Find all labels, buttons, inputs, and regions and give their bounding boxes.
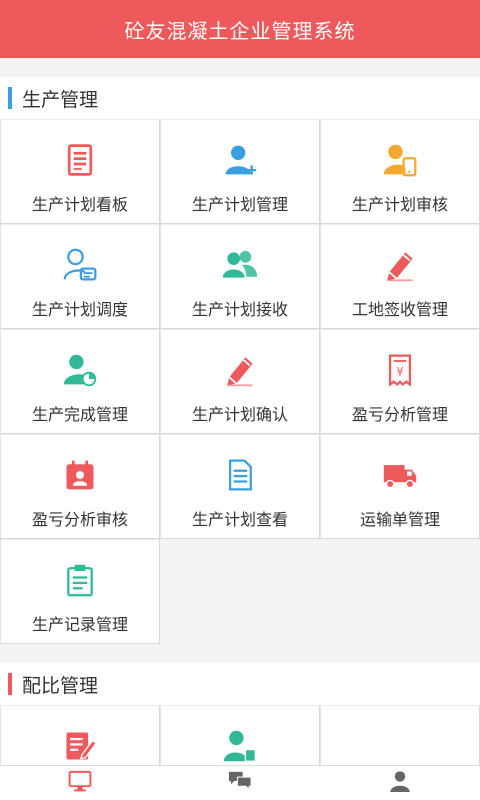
user-add-icon	[220, 140, 260, 180]
menu-tile[interactable]: 生产计划查看	[160, 434, 320, 539]
tab-messages[interactable]	[160, 766, 320, 800]
clipboard-icon	[60, 560, 100, 600]
menu-tile[interactable]: 生产计划看板	[0, 119, 160, 224]
blank-icon	[380, 726, 420, 765]
menu-tile[interactable]: 生产计划确认	[160, 329, 320, 434]
document-edit-icon	[60, 726, 100, 765]
main-content[interactable]: 生产管理 生产计划看板 生产计划管理 生产计划审核生产计划调度 生产计划接收 工地签收管…	[0, 58, 480, 765]
tab-profile[interactable]	[320, 766, 480, 800]
menu-tile[interactable]: 生产计划审核	[320, 119, 480, 224]
grid-filler	[160, 539, 320, 644]
document-icon	[220, 455, 260, 495]
user-phone-icon	[380, 140, 420, 180]
menu-tile-label: 工地签收管理	[351, 300, 448, 319]
user-doc-icon	[220, 726, 260, 765]
production-menu-grid: 生产计划看板 生产计划管理 生产计划审核生产计划调度 生产计划接收 工地签收管理生产完成…	[0, 119, 480, 644]
tab-home[interactable]	[0, 766, 160, 800]
section-title-text: 配比管理	[22, 674, 99, 697]
grid-filler	[320, 539, 480, 644]
menu-tile-label: 生产计划审核	[351, 195, 448, 214]
menu-tile[interactable]: 盈亏分析审核	[0, 434, 160, 539]
menu-tile-label: 运输单管理	[359, 510, 440, 529]
menu-tile[interactable]: 生产计划调度	[0, 224, 160, 329]
app-title: 砼友混凝土企业管理系统	[124, 18, 356, 43]
person-icon	[387, 768, 413, 798]
section-title-ratio: 配比管理	[0, 663, 480, 705]
section-accent-bar	[8, 673, 12, 695]
menu-tile[interactable]: 运输单管理	[320, 434, 480, 539]
section-title-text: 生产管理	[22, 88, 99, 111]
pencil-icon	[380, 245, 420, 285]
calendar-user-icon	[60, 455, 100, 495]
menu-tile[interactable]: 工地签收管理	[320, 224, 480, 329]
section-title-production: 生产管理	[0, 77, 480, 119]
menu-tile[interactable]	[160, 705, 320, 765]
document-list-icon	[60, 140, 100, 180]
monitor-icon	[67, 768, 93, 798]
menu-tile[interactable]: 生产完成管理	[0, 329, 160, 434]
receipt-icon: ¥	[380, 350, 420, 390]
section-accent-bar	[8, 87, 12, 109]
menu-tile-empty	[320, 705, 480, 765]
menu-tile[interactable]: 生产记录管理	[0, 539, 160, 644]
menu-tile-label: 生产计划看板	[31, 195, 128, 214]
user-chart-icon	[60, 350, 100, 390]
menu-tile[interactable]: ¥ 盈亏分析管理	[320, 329, 480, 434]
users-icon	[220, 245, 260, 285]
menu-tile-label: 生产完成管理	[31, 405, 128, 424]
menu-tile-label: 生产计划接收	[191, 300, 288, 319]
bottom-tab-bar	[0, 765, 480, 800]
section-gap	[0, 58, 480, 77]
app-header: 砼友混凝土企业管理系统	[0, 0, 480, 58]
menu-tile-label: 生产记录管理	[31, 615, 128, 634]
menu-tile-label: 生产计划管理	[191, 195, 288, 214]
pencil-icon	[220, 350, 260, 390]
chat-icon	[227, 768, 253, 798]
menu-tile[interactable]: 生产计划管理	[160, 119, 320, 224]
svg-text:¥: ¥	[396, 364, 403, 378]
user-card-icon	[60, 245, 100, 285]
ratio-menu-grid	[0, 705, 480, 765]
menu-tile-label: 生产计划查看	[191, 510, 288, 529]
menu-tile-label: 盈亏分析审核	[31, 510, 128, 529]
section-gap	[0, 644, 480, 663]
menu-tile-label: 盈亏分析管理	[351, 405, 448, 424]
menu-tile[interactable]	[0, 705, 160, 765]
menu-tile-label: 生产计划确认	[191, 405, 288, 424]
menu-tile-label: 生产计划调度	[31, 300, 128, 319]
menu-tile[interactable]: 生产计划接收	[160, 224, 320, 329]
truck-icon	[380, 455, 420, 495]
